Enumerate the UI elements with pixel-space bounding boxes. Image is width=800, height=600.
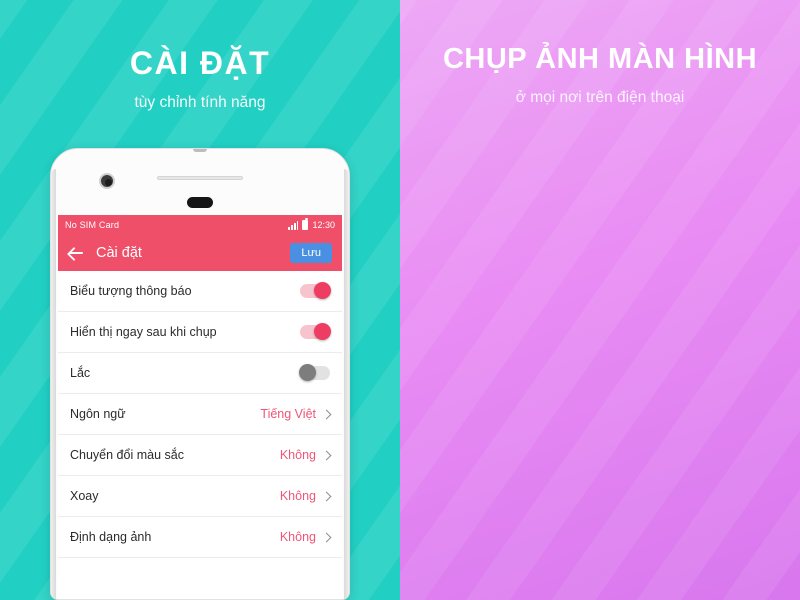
left-heading-group: CÀI ĐẶT tùy chỉnh tính năng — [0, 45, 400, 112]
settings-row-rotate[interactable]: Xoay Không — [58, 476, 342, 517]
right-heading-group: CHỤP ẢNH MÀN HÌNH ở mọi nơi trên điện th… — [400, 43, 800, 107]
right-subtitle: ở mọi nơi trên điện thoại — [515, 88, 685, 106]
settings-screen: No SIM Card 12:30 Cài đặt Lưu Biểu tượng… — [58, 215, 342, 599]
front-camera-icon — [99, 173, 115, 189]
settings-row-language[interactable]: Ngôn ngữ Tiếng Việt — [58, 394, 342, 435]
settings-app-bar: Cài đặt Lưu — [58, 235, 342, 271]
chevron-right-icon — [321, 532, 332, 542]
row-label: Xoay — [70, 489, 99, 503]
toggle-show-after-capture[interactable] — [300, 323, 331, 340]
row-label: Ngôn ngữ — [70, 407, 126, 421]
settings-row-notification-icon[interactable]: Biểu tượng thông báo — [58, 271, 342, 312]
battery-icon — [302, 218, 309, 230]
proximity-sensor-icon — [187, 197, 213, 208]
row-value: Không — [279, 530, 316, 544]
earpiece-icon — [157, 176, 243, 180]
bezel-left — [51, 169, 56, 599]
settings-status-bar: No SIM Card 12:30 — [58, 215, 342, 235]
row-label: Định dạng ảnh — [70, 530, 152, 544]
right-title: CHỤP ẢNH MÀN HÌNH — [442, 43, 758, 75]
settings-phone-mockup: No SIM Card 12:30 Cài đặt Lưu Biểu tượng… — [50, 148, 350, 600]
row-label: Lắc — [70, 366, 91, 380]
settings-row-show-after-capture[interactable]: Hiển thị ngay sau khi chụp — [58, 312, 342, 353]
toggle-shake[interactable] — [299, 364, 330, 381]
screenshot-stage: CÀI ĐẶT tùy chỉnh tính năng No SIM Card … — [0, 0, 800, 600]
row-value: Tiếng Việt — [260, 407, 316, 421]
save-button[interactable]: Lưu — [290, 243, 332, 263]
row-value: Không — [279, 489, 316, 503]
right-promo-panel: CHỤP ẢNH MÀN HÌNH ở mọi nơi trên điện th… — [400, 0, 800, 600]
row-label: Hiển thị ngay sau khi chụp — [70, 325, 217, 339]
settings-row-color-conversion[interactable]: Chuyển đổi màu sắc Không — [58, 435, 342, 476]
back-arrow-icon[interactable] — [68, 245, 85, 262]
left-subtitle: tùy chỉnh tính năng — [134, 94, 266, 112]
signal-bars-icon — [288, 220, 299, 230]
chevron-right-icon — [321, 491, 332, 501]
bezel-right — [344, 169, 349, 599]
toggle-notification-icon[interactable] — [300, 282, 331, 299]
row-label: Biểu tượng thông báo — [70, 284, 192, 298]
status-carrier: No SIM Card — [65, 220, 120, 230]
status-time: 12:30 — [312, 220, 335, 230]
chevron-right-icon — [321, 450, 332, 460]
left-promo-panel: CÀI ĐẶT tùy chỉnh tính năng No SIM Card … — [0, 0, 400, 600]
row-value: Không — [279, 448, 316, 462]
row-label: Chuyển đổi màu sắc — [70, 448, 184, 462]
page-title: Cài đặt — [96, 245, 142, 261]
top-speaker-slit — [193, 149, 207, 152]
settings-row-image-format[interactable]: Định dạng ảnh Không — [58, 517, 342, 558]
chevron-right-icon — [321, 409, 332, 419]
settings-row-shake[interactable]: Lắc — [58, 353, 342, 394]
settings-list: Biểu tượng thông báo Hiển thị ngay sau k… — [58, 271, 342, 558]
left-title: CÀI ĐẶT — [129, 45, 271, 81]
